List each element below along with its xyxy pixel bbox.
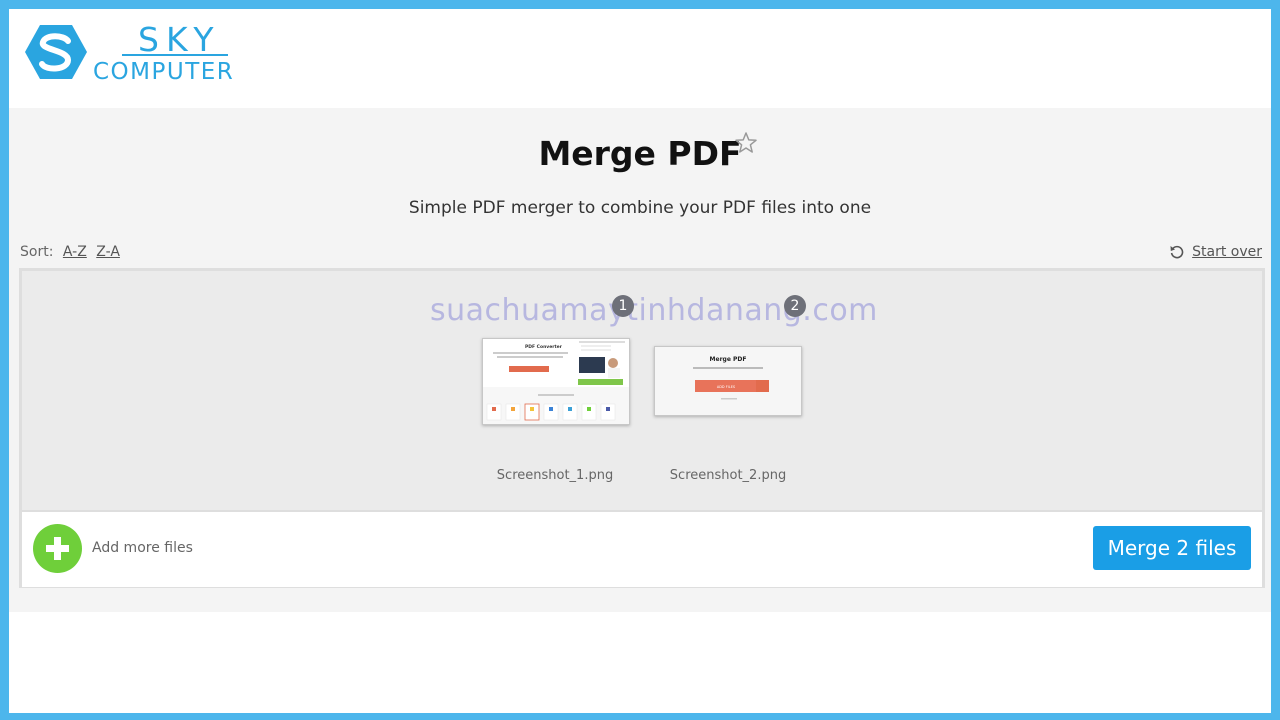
- favorite-star-icon[interactable]: [734, 131, 758, 155]
- start-over-label: Start over: [1192, 244, 1262, 260]
- thumb1-title: PDF Converter: [525, 344, 563, 350]
- file-name-2: Screenshot_2.png: [669, 468, 787, 483]
- reset-icon: [1170, 245, 1184, 259]
- logo-text-computer: COMPUTER: [93, 59, 235, 85]
- sort-label: Sort:: [20, 244, 54, 260]
- file-name-1: Screenshot_1.png: [496, 468, 614, 483]
- sort-za-link[interactable]: Z-A: [96, 244, 120, 260]
- file-order-badge: 2: [784, 295, 806, 317]
- action-bar: Add more files Merge 2 files: [22, 510, 1262, 587]
- file-thumbnail-1[interactable]: PDF Converter: [482, 338, 630, 425]
- thumbnail-preview-1: PDF Converter: [483, 339, 629, 424]
- watermark-text: suachuamaytinhdanang.com: [430, 293, 878, 328]
- file-thumbnail-2[interactable]: Merge PDF ADD FILES: [654, 346, 802, 416]
- merge-workspace: suachuamaytinhdanang.com 1 PDF Converter: [19, 268, 1265, 588]
- thumbnail-preview-2: Merge PDF ADD FILES: [655, 347, 801, 415]
- sky-computer-logo[interactable]: SKY COMPUTER: [24, 20, 235, 85]
- add-more-files-button[interactable]: [33, 524, 82, 573]
- thumb2-title: Merge PDF: [710, 356, 747, 363]
- sort-bar: Sort: A-Z Z-A: [20, 244, 120, 260]
- logo-hexagon-icon: [25, 25, 87, 79]
- logo-divider: [122, 54, 228, 56]
- file-order-badge: 1: [612, 295, 634, 317]
- page-title: Merge PDF: [538, 134, 742, 173]
- start-over-link[interactable]: Start over: [1169, 244, 1262, 260]
- thumb2-button: ADD FILES: [717, 385, 736, 389]
- merge-files-button[interactable]: Merge 2 files: [1093, 526, 1251, 570]
- plus-icon: [46, 537, 69, 560]
- page-subtitle: Simple PDF merger to combine your PDF fi…: [408, 198, 872, 218]
- sort-az-link[interactable]: A-Z: [63, 244, 87, 260]
- file-dropzone[interactable]: suachuamaytinhdanang.com 1 PDF Converter: [22, 271, 1262, 510]
- add-more-files-label[interactable]: Add more files: [92, 540, 193, 556]
